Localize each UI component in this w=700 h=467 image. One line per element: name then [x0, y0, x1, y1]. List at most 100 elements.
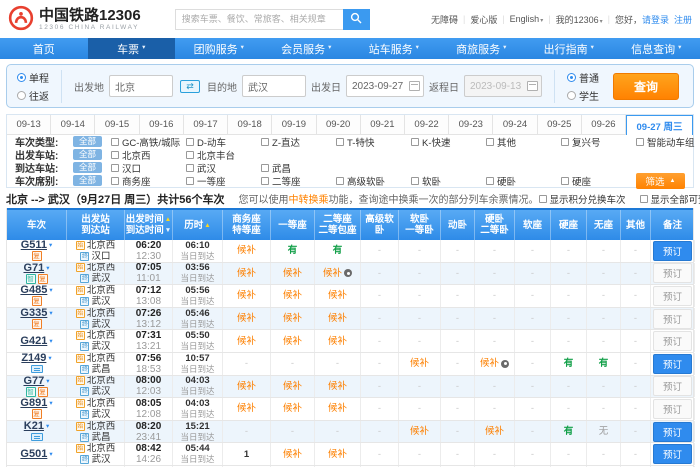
train-number-link[interactable]: G511 — [21, 240, 47, 251]
filter-all-button[interactable]: 全部 — [73, 175, 102, 186]
date-tab-09-14[interactable]: 09-14 — [51, 115, 95, 135]
seat-status[interactable]: 候补 — [328, 336, 347, 347]
filter-all-button[interactable]: 全部 — [73, 149, 102, 160]
trip-one-way-radio[interactable]: 单程 — [17, 70, 49, 85]
login-link[interactable]: 请登录 — [642, 15, 669, 25]
col-header-8[interactable]: 高级软卧 — [361, 210, 399, 240]
nav-item-4[interactable]: 会员服务▾ — [263, 38, 351, 59]
filter-option[interactable]: 一等座 — [186, 174, 257, 188]
col-header-5[interactable]: 商务座特等座 — [223, 210, 271, 240]
chevron-down-icon[interactable]: ▾ — [46, 263, 49, 274]
date-tab-09-19[interactable]: 09-19 — [272, 115, 316, 135]
filter-option[interactable]: 汉口 — [111, 161, 182, 175]
seat-status[interactable]: 候补 — [283, 381, 302, 392]
toplink-4[interactable]: 我的12306▾ — [556, 13, 603, 26]
seat-status[interactable]: 候补 — [283, 336, 302, 347]
train-number-link[interactable]: G335 — [20, 308, 47, 319]
calendar-icon[interactable] — [409, 81, 420, 91]
book-button[interactable]: 预订 — [653, 444, 692, 464]
chevron-down-icon[interactable]: ▾ — [49, 308, 52, 319]
passenger-student-radio[interactable]: 学生 — [567, 88, 599, 103]
filter-option[interactable]: 二等座 — [261, 174, 332, 188]
chevron-down-icon[interactable]: ▾ — [48, 353, 51, 364]
filter-option[interactable]: 北京丰台 — [186, 148, 257, 162]
train-number-link[interactable]: G891 — [20, 398, 47, 409]
filter-option[interactable]: 硬座 — [561, 174, 632, 188]
query-submit-button[interactable]: 查询 — [613, 73, 679, 100]
book-button[interactable]: 预订 — [653, 354, 692, 374]
from-input[interactable] — [109, 75, 173, 97]
chevron-down-icon[interactable]: ▾ — [49, 285, 52, 296]
seat-status[interactable]: 候补 — [283, 449, 302, 460]
filter-option[interactable]: T-特快 — [336, 135, 407, 149]
filter-option[interactable]: 复兴号 — [561, 135, 632, 149]
seat-status[interactable]: 候补 — [283, 290, 302, 301]
book-button[interactable]: 预订 — [653, 376, 692, 396]
show-bookable-checkbox[interactable]: 显示全部可预订车次 — [640, 192, 700, 206]
trip-round-radio[interactable]: 往返 — [17, 88, 49, 103]
seat-status[interactable]: 候补 — [328, 381, 347, 392]
seat-status[interactable]: 候补 — [237, 268, 256, 279]
nav-item-8[interactable]: 信息查询▾ — [613, 38, 700, 59]
chevron-down-icon[interactable]: ▾ — [49, 240, 52, 251]
seat-status[interactable]: 候补 — [237, 290, 256, 301]
book-button[interactable]: 预订 — [653, 422, 692, 442]
seat-status[interactable]: 候补 — [237, 336, 256, 347]
search-input[interactable] — [175, 9, 343, 30]
date-tab-09-16[interactable]: 09-16 — [140, 115, 184, 135]
filter-option[interactable]: 武昌 — [261, 161, 332, 175]
date-tab-09-22[interactable]: 09-22 — [405, 115, 449, 135]
nav-item-1[interactable]: 首页 — [0, 38, 88, 59]
seat-status[interactable]: 候补 — [237, 313, 256, 324]
nav-item-5[interactable]: 站车服务▾ — [350, 38, 438, 59]
seat-status[interactable]: 候补 — [283, 313, 302, 324]
to-input[interactable] — [242, 75, 306, 97]
seat-status[interactable]: 候补 — [237, 403, 256, 414]
seat-status[interactable]: 候补 — [323, 268, 342, 279]
brand-logo[interactable]: 中国铁路12306 12306 CHINA RAILWAY — [8, 5, 141, 34]
filter-option[interactable]: K-快速 — [411, 135, 482, 149]
register-link[interactable]: 注册 — [674, 13, 692, 26]
passenger-normal-radio[interactable]: 普通 — [567, 70, 599, 85]
train-number-link[interactable]: G421 — [20, 336, 47, 347]
filter-option[interactable]: 智能动车组 — [636, 135, 700, 149]
chevron-down-icon[interactable]: ▾ — [49, 449, 52, 460]
col-header-16[interactable]: 备注 — [651, 210, 695, 240]
toplink-2[interactable]: 爱心版 — [470, 13, 497, 26]
col-header-6[interactable]: 一等座 — [271, 210, 315, 240]
date-tab-09-13[interactable]: 09-13 — [7, 115, 51, 135]
book-button[interactable]: 预订 — [653, 286, 692, 306]
date-tab-09-25[interactable]: 09-25 — [538, 115, 582, 135]
seat-status[interactable]: 候补 — [485, 426, 504, 437]
train-number-link[interactable]: G71 — [23, 263, 44, 274]
col-header-9[interactable]: 软卧一等卧 — [399, 210, 441, 240]
col-header-13[interactable]: 硬座 — [551, 210, 587, 240]
date-tab-09-23[interactable]: 09-23 — [449, 115, 493, 135]
train-number-link[interactable]: K21 — [24, 421, 44, 432]
book-button[interactable]: 预订 — [653, 263, 692, 283]
nav-item-6[interactable]: 商旅服务▾ — [438, 38, 526, 59]
seat-status[interactable]: 候补 — [328, 449, 347, 460]
chevron-down-icon[interactable]: ▾ — [46, 421, 49, 432]
chevron-down-icon[interactable]: ▾ — [49, 398, 52, 409]
date-tab-09-20[interactable]: 09-20 — [317, 115, 361, 135]
train-number-link[interactable]: Z149 — [21, 353, 46, 364]
filter-apply-button[interactable]: 筛选▲ — [636, 173, 685, 189]
col-header-4[interactable]: 历时▲ — [173, 210, 223, 240]
col-header-2[interactable]: 出发站到达站 — [67, 210, 125, 240]
col-header-14[interactable]: 无座 — [587, 210, 621, 240]
seat-status[interactable]: 候补 — [237, 245, 256, 256]
show-points-checkbox[interactable]: 显示积分兑换车次 — [539, 192, 626, 206]
nav-item-7[interactable]: 出行指南▾ — [525, 38, 613, 59]
nav-item-2[interactable]: 车票▾ — [88, 38, 176, 59]
date-tab-09-18[interactable]: 09-18 — [228, 115, 272, 135]
filter-option[interactable]: GC-高铁/城际 — [111, 135, 182, 149]
sort-arrow-icon[interactable]: ▲ — [165, 214, 171, 225]
col-header-7[interactable]: 二等座二等包座 — [315, 210, 361, 240]
book-button[interactable]: 预订 — [653, 331, 692, 351]
date-tab-09-17[interactable]: 09-17 — [184, 115, 228, 135]
transfer-link[interactable]: 中转换乘 — [289, 195, 329, 206]
filter-option[interactable]: 软卧 — [411, 174, 482, 188]
filter-all-button[interactable]: 全部 — [73, 162, 102, 173]
chevron-down-icon[interactable]: ▾ — [46, 376, 49, 387]
